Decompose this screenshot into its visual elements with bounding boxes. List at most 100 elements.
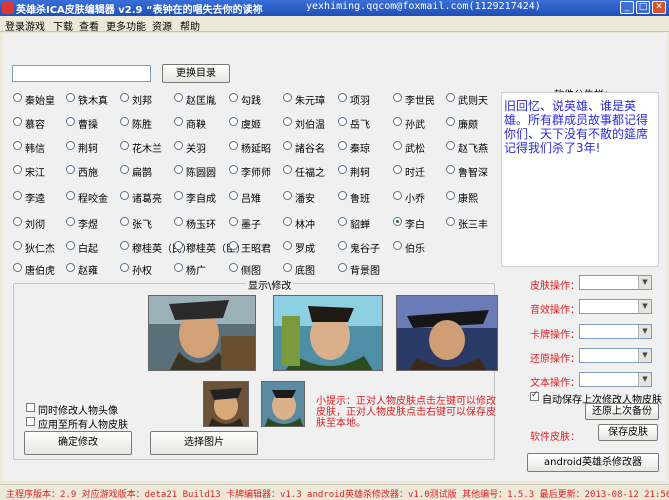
maximize-button[interactable]: □ — [636, 1, 650, 14]
menu-download[interactable]: 下载 — [53, 18, 73, 33]
radio-dot[interactable] — [66, 241, 75, 250]
radio-dot[interactable] — [13, 263, 22, 272]
radio-dot[interactable] — [174, 141, 183, 150]
radio-dot[interactable] — [174, 117, 183, 126]
radio-dot[interactable] — [13, 217, 22, 226]
radio-dot[interactable] — [174, 93, 183, 102]
select-image-button[interactable]: 选择图片 — [150, 431, 258, 455]
radio-dot[interactable] — [66, 141, 75, 150]
radio-dot[interactable] — [66, 263, 75, 272]
apply-all-box[interactable] — [26, 417, 35, 426]
radio-dot[interactable] — [393, 191, 402, 200]
radio-dot[interactable] — [283, 191, 292, 200]
radio-dot[interactable] — [120, 93, 129, 102]
avatar-thumb-2[interactable] — [261, 381, 305, 427]
radio-dot[interactable] — [229, 141, 238, 150]
auto-save-box[interactable] — [530, 390, 539, 401]
confirm-modify-button[interactable]: 确定修改 — [24, 431, 132, 455]
radio-dot[interactable] — [120, 141, 129, 150]
menu-login-game[interactable]: 登录游戏 — [5, 18, 45, 33]
side-op-select[interactable]: ▼ — [579, 348, 652, 363]
chevron-down-icon[interactable]: ▼ — [638, 276, 651, 289]
radio-dot[interactable] — [283, 117, 292, 126]
side-op-select[interactable]: ▼ — [579, 372, 652, 387]
side-op-select[interactable]: ▼ — [579, 299, 652, 314]
radio-dot[interactable] — [393, 165, 402, 174]
radio-dot[interactable] — [338, 93, 347, 102]
chevron-down-icon[interactable]: ▼ — [638, 349, 651, 362]
radio-dot[interactable] — [13, 165, 22, 174]
radio-dot[interactable] — [120, 263, 129, 272]
radio-dot[interactable] — [174, 241, 183, 250]
radio-dot[interactable] — [66, 93, 75, 102]
radio-dot[interactable] — [283, 165, 292, 174]
radio-dot[interactable] — [174, 165, 183, 174]
sync-avatar-box[interactable] — [26, 403, 35, 412]
menu-view[interactable]: 查看 — [79, 18, 99, 33]
radio-dot[interactable] — [283, 141, 292, 150]
radio-dot[interactable] — [338, 191, 347, 200]
save-skin-button[interactable]: 保存皮肤 — [598, 424, 658, 441]
minimize-button[interactable]: _ — [620, 1, 634, 14]
radio-dot[interactable] — [338, 165, 347, 174]
radio-dot[interactable] — [229, 263, 238, 272]
radio-dot[interactable] — [338, 217, 347, 226]
radio-dot[interactable] — [66, 165, 75, 174]
radio-dot[interactable] — [283, 217, 292, 226]
radio-dot[interactable] — [446, 191, 455, 200]
radio-dot[interactable] — [393, 217, 402, 226]
radio-dot[interactable] — [338, 141, 347, 150]
radio-dot[interactable] — [174, 263, 183, 272]
radio-dot[interactable] — [338, 117, 347, 126]
menu-resources[interactable]: 资源 — [152, 18, 172, 33]
radio-dot[interactable] — [120, 191, 129, 200]
radio-dot[interactable] — [338, 263, 347, 272]
skin-portrait-1[interactable] — [148, 295, 256, 371]
radio-dot[interactable] — [13, 93, 22, 102]
radio-dot[interactable] — [229, 217, 238, 226]
side-op-select[interactable]: ▼ — [579, 275, 652, 290]
radio-dot[interactable] — [393, 241, 402, 250]
radio-dot[interactable] — [13, 141, 22, 150]
avatar-thumb-1[interactable] — [203, 381, 249, 427]
radio-dot[interactable] — [229, 93, 238, 102]
radio-dot[interactable] — [446, 117, 455, 126]
directory-path-input[interactable] — [12, 65, 151, 82]
change-directory-button[interactable]: 更换目录 — [162, 64, 230, 83]
chevron-down-icon[interactable]: ▼ — [638, 300, 651, 313]
close-button[interactable]: ✕ — [652, 1, 666, 14]
radio-dot[interactable] — [174, 217, 183, 226]
radio-dot[interactable] — [66, 217, 75, 226]
radio-dot[interactable] — [229, 117, 238, 126]
radio-dot[interactable] — [229, 165, 238, 174]
radio-dot[interactable] — [229, 191, 238, 200]
radio-dot[interactable] — [393, 141, 402, 150]
radio-dot[interactable] — [446, 93, 455, 102]
restore-backup-button[interactable]: 还原上次备份 — [585, 403, 659, 420]
chevron-down-icon[interactable]: ▼ — [638, 373, 651, 386]
radio-dot[interactable] — [283, 93, 292, 102]
radio-dot[interactable] — [446, 165, 455, 174]
radio-dot[interactable] — [393, 93, 402, 102]
radio-dot[interactable] — [66, 117, 75, 126]
radio-dot[interactable] — [174, 191, 183, 200]
radio-dot[interactable] — [120, 241, 129, 250]
chevron-down-icon[interactable]: ▼ — [638, 325, 651, 338]
radio-dot[interactable] — [120, 117, 129, 126]
radio-dot[interactable] — [338, 241, 347, 250]
radio-dot[interactable] — [120, 165, 129, 174]
radio-dot[interactable] — [13, 191, 22, 200]
skin-portrait-3[interactable] — [396, 295, 498, 371]
radio-dot[interactable] — [283, 241, 292, 250]
radio-dot[interactable] — [13, 241, 22, 250]
side-op-select[interactable]: ▼ — [579, 324, 652, 339]
radio-dot[interactable] — [283, 263, 292, 272]
radio-dot[interactable] — [446, 141, 455, 150]
menu-help[interactable]: 帮助 — [180, 18, 200, 33]
radio-dot[interactable] — [66, 191, 75, 200]
radio-dot[interactable] — [120, 217, 129, 226]
radio-dot[interactable] — [446, 217, 455, 226]
radio-dot[interactable] — [229, 241, 238, 250]
skin-portrait-2[interactable] — [273, 295, 383, 371]
menu-more-features[interactable]: 更多功能 — [106, 18, 146, 33]
